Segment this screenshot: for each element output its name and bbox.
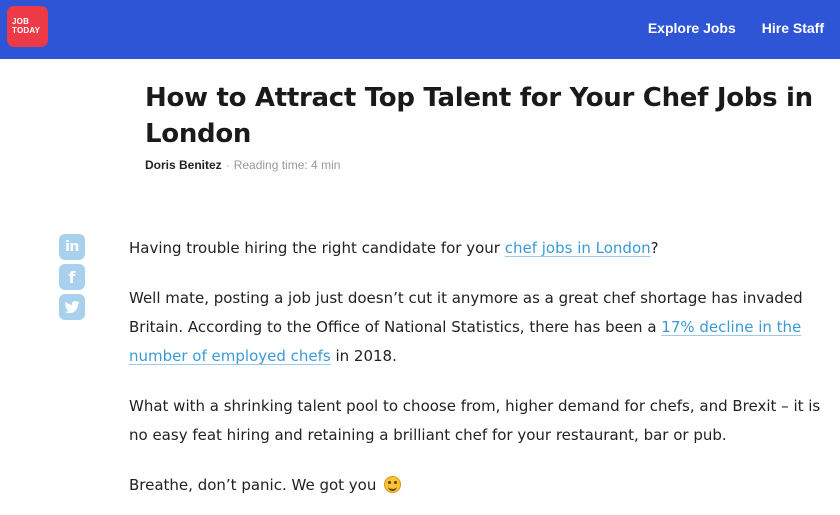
article-title: How to Attract Top Talent for Your Chef …	[145, 83, 813, 149]
job-today-logo[interactable]: JOB TODAY	[7, 6, 48, 47]
author-name[interactable]: Doris Benitez	[145, 158, 222, 172]
facebook-icon[interactable]: f	[59, 264, 85, 290]
linkedin-icon[interactable]: in	[59, 234, 85, 260]
byline-separator: ·	[225, 158, 230, 172]
twitter-icon[interactable]	[59, 294, 85, 320]
p1-text: Having trouble hiring the right candidat…	[129, 239, 505, 257]
share-buttons: in f	[59, 234, 87, 320]
smiling-face-icon	[384, 476, 402, 493]
p4-text: Breathe, don’t panic. We got you	[129, 476, 377, 494]
article-body: Having trouble hiring the right candidat…	[129, 234, 829, 515]
logo-line-1: JOB	[12, 17, 30, 26]
chef-jobs-london-link[interactable]: chef jobs in London	[505, 239, 651, 257]
reading-time: Reading time: 4 min	[233, 158, 341, 172]
top-nav-bar: JOB TODAY Explore Jobs Hire Staff	[0, 0, 840, 59]
paragraph-1: Having trouble hiring the right candidat…	[129, 234, 829, 263]
main-nav: Explore Jobs Hire Staff	[648, 20, 824, 36]
paragraph-4: Breathe, don’t panic. We got you	[129, 471, 829, 500]
twitter-bird-glyph	[64, 301, 80, 314]
paragraph-2: Well mate, posting a job just doesn’t cu…	[129, 284, 829, 371]
nav-explore-jobs[interactable]: Explore Jobs	[648, 20, 736, 36]
p1-end: ?	[650, 239, 659, 257]
paragraph-3: What with a shrinking talent pool to cho…	[129, 397, 821, 444]
logo-line-2: TODAY	[12, 26, 41, 35]
nav-hire-staff[interactable]: Hire Staff	[762, 20, 824, 36]
p2-end: in 2018.	[330, 347, 397, 365]
article-byline: Doris Benitez · Reading time: 4 min	[145, 158, 340, 172]
